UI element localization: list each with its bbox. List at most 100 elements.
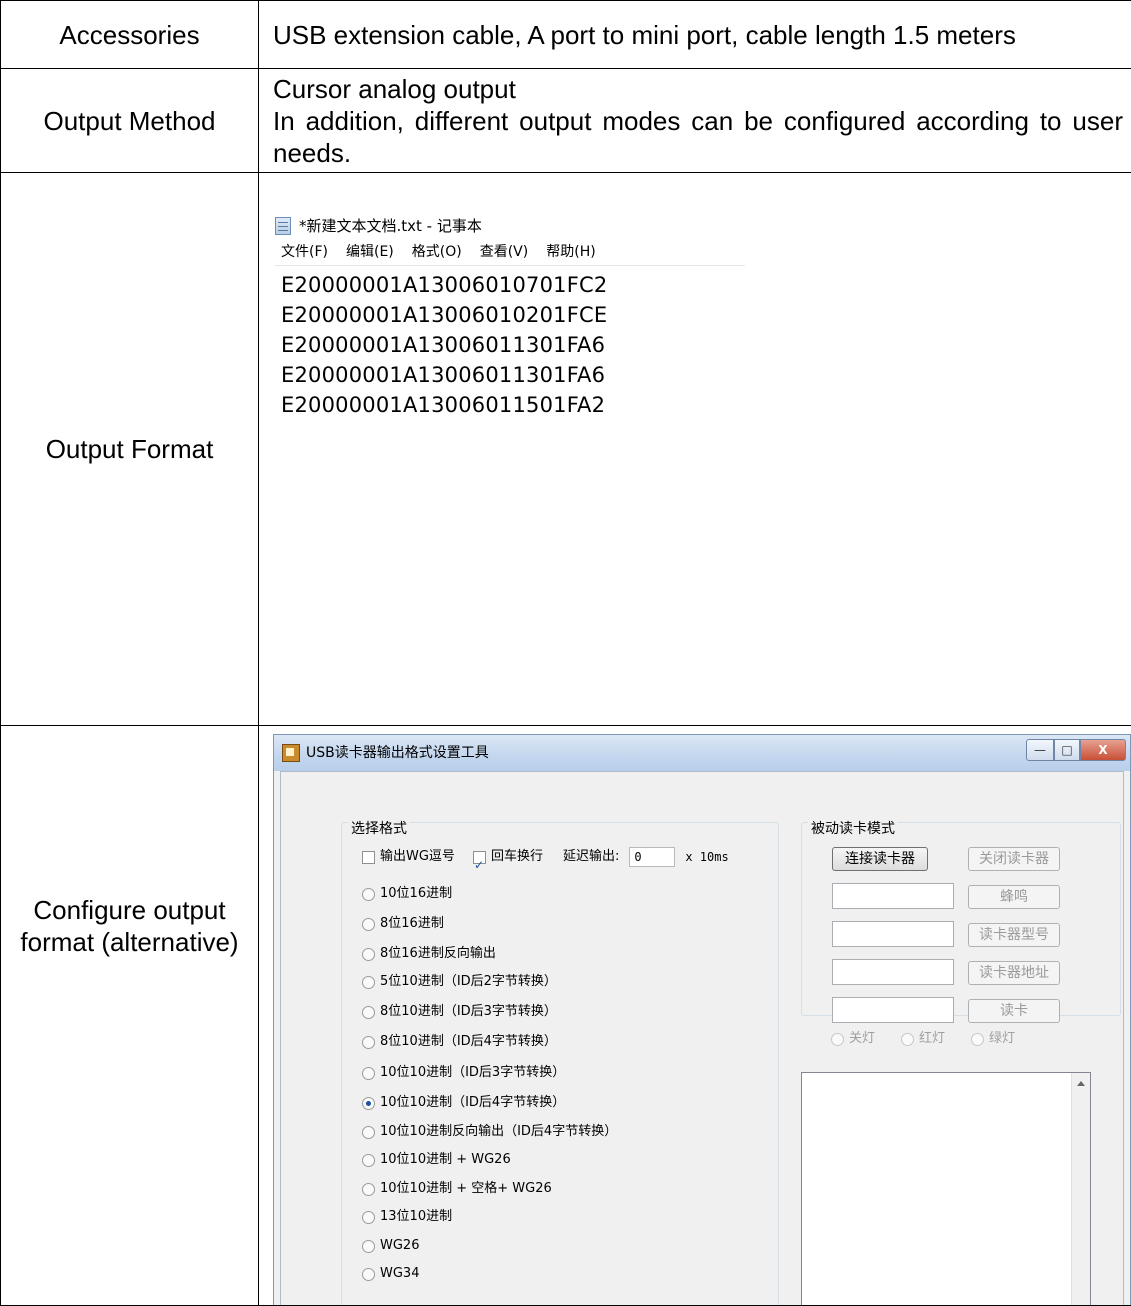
output-method-line2: In addition, different output modes can …	[259, 105, 1131, 169]
maximize-button[interactable]: □	[1054, 739, 1080, 761]
select-format-group: 选择格式 输出WG逗号 回车换行 延迟输出: 0 x 10ms 10位16进制 …	[341, 822, 779, 1305]
delay-unit: x 10ms	[685, 841, 728, 873]
accessories-value: USB extension cable, A port to mini port…	[259, 1, 1131, 69]
config-tool-body: 选择格式 输出WG逗号 回车换行 延迟输出: 0 x 10ms 10位16进制 …	[280, 771, 1124, 1305]
radio-icon[interactable]	[362, 888, 375, 901]
format-option[interactable]: WG26	[362, 1236, 419, 1256]
minimize-button[interactable]: —	[1026, 739, 1054, 761]
configure-value: USB读卡器输出格式设置工具 — □ X 选择格式 输出WG逗号	[259, 726, 1131, 1306]
connect-reader-button[interactable]: 连接读卡器	[832, 847, 928, 871]
format-option-label: 10位10进制（ID后4字节转换）	[380, 1087, 565, 1119]
config-tool-titlebar: USB读卡器输出格式设置工具 — □ X	[274, 735, 1130, 771]
radio-icon[interactable]	[362, 1126, 375, 1139]
light-off-label: 关灯	[849, 1023, 875, 1055]
radio-icon[interactable]	[362, 918, 375, 931]
close-icon: X	[1098, 734, 1107, 766]
format-option[interactable]: 10位10进制 + WG26	[362, 1150, 511, 1170]
options-row: 输出WG逗号 回车换行 延迟输出: 0 x 10ms	[362, 847, 729, 867]
output-format-value: *新建文本文档.txt - 记事本 文件(F) 编辑(E) 格式(O) 查看(V…	[259, 173, 1131, 726]
window-controls: — □ X	[1026, 739, 1126, 761]
light-off-radio[interactable]	[831, 1033, 844, 1046]
format-option[interactable]: 10位16进制	[362, 884, 452, 904]
config-tool-title: USB读卡器输出格式设置工具	[306, 737, 489, 769]
format-option[interactable]: 10位10进制（ID后3字节转换）	[362, 1063, 565, 1083]
green-light-label: 绿灯	[989, 1023, 1015, 1055]
delay-label: 延迟输出:	[563, 841, 619, 873]
reader-address-button[interactable]: 读卡器地址	[968, 961, 1060, 985]
app-icon	[282, 744, 300, 762]
format-option[interactable]: 10位10进制反向输出（ID后4字节转换）	[362, 1122, 617, 1142]
close-reader-button[interactable]: 关闭读卡器	[968, 847, 1060, 871]
row-accessories: Accessories USB extension cable, A port …	[1, 1, 1131, 69]
format-option-label: 10位10进制（ID后3字节转换）	[380, 1057, 565, 1089]
read-card-button[interactable]: 读卡	[968, 999, 1060, 1023]
close-button[interactable]: X	[1080, 739, 1126, 761]
read-card-field[interactable]	[832, 997, 954, 1023]
radio-icon[interactable]	[362, 976, 375, 989]
reader-model-field[interactable]	[832, 921, 954, 947]
format-option-selected[interactable]: 10位10进制（ID后4字节转换）	[362, 1093, 565, 1113]
output-method-value: Cursor analog output In addition, differ…	[259, 69, 1131, 173]
format-option-label: 5位10进制（ID后2字节转换）	[380, 966, 557, 998]
format-option[interactable]: 8位10进制（ID后4字节转换）	[362, 1032, 557, 1052]
reader-model-button[interactable]: 读卡器型号	[968, 923, 1060, 947]
radio-icon[interactable]	[362, 1268, 375, 1281]
notepad-line: E20000001A13006010201FCE	[281, 300, 745, 330]
beep-button[interactable]: 蜂鸣	[968, 885, 1060, 909]
format-option[interactable]: 8位10进制（ID后3字节转换）	[362, 1002, 557, 1022]
accessories-label: Accessories	[1, 1, 259, 69]
radio-icon[interactable]	[362, 1067, 375, 1080]
format-option[interactable]: 13位10进制	[362, 1207, 452, 1227]
passive-mode-group: 被动读卡模式 连接读卡器 关闭读卡器 蜂鸣 读卡器型号 读卡器地址 读卡	[801, 822, 1121, 1016]
output-memo[interactable]	[801, 1072, 1091, 1305]
format-option-label: 8位10进制（ID后4字节转换）	[380, 1026, 557, 1058]
red-light-radio[interactable]	[901, 1033, 914, 1046]
notepad-menu-view[interactable]: 查看(V)	[480, 236, 529, 268]
radio-icon[interactable]	[362, 1183, 375, 1196]
format-option[interactable]: 10位10进制 + 空格+ WG26	[362, 1179, 552, 1199]
format-option-label: 10位10进制 + WG26	[380, 1144, 511, 1176]
output-method-label: Output Method	[1, 69, 259, 173]
notepad-menu-edit[interactable]: 编辑(E)	[346, 236, 394, 268]
notepad-menu-file[interactable]: 文件(F)	[281, 236, 328, 268]
format-option[interactable]: WG34	[362, 1264, 419, 1284]
accessories-text: USB extension cable, A port to mini port…	[259, 19, 1131, 51]
enter-newline-checkbox[interactable]	[473, 851, 486, 864]
format-option[interactable]: 5位10进制（ID后2字节转换）	[362, 972, 557, 992]
notepad-menubar: 文件(F) 编辑(E) 格式(O) 查看(V) 帮助(H)	[275, 239, 745, 266]
format-option-label: 13位10进制	[380, 1201, 452, 1233]
radio-icon[interactable]	[362, 1240, 375, 1253]
radio-icon[interactable]	[362, 1036, 375, 1049]
row-configure: Configure output format (alternative) US…	[1, 726, 1131, 1306]
radio-icon[interactable]	[362, 948, 375, 961]
notepad-menu-format[interactable]: 格式(O)	[412, 236, 462, 268]
red-light-label: 红灯	[919, 1023, 945, 1055]
output-method-line1: Cursor analog output	[259, 73, 1131, 105]
scroll-up-icon[interactable]	[1077, 1081, 1085, 1086]
notepad-menu-help[interactable]: 帮助(H)	[546, 236, 595, 268]
reader-address-field[interactable]	[832, 959, 954, 985]
notepad-line: E20000001A13006011301FA6	[281, 330, 745, 360]
delay-input[interactable]: 0	[629, 847, 675, 867]
radio-icon[interactable]	[362, 1211, 375, 1224]
format-option-label: 10位16进制	[380, 878, 452, 910]
notepad-line: E20000001A13006011501FA2	[281, 390, 745, 420]
enter-newline-label: 回车换行	[491, 841, 543, 873]
text-field[interactable]	[832, 883, 954, 909]
configure-label: Configure output format (alternative)	[1, 726, 259, 1306]
output-format-label: Output Format	[1, 173, 259, 726]
notepad-screenshot: *新建文本文档.txt - 记事本 文件(F) 编辑(E) 格式(O) 查看(V…	[275, 213, 745, 420]
green-light-radio[interactable]	[971, 1033, 984, 1046]
memo-scrollbar[interactable]	[1071, 1073, 1090, 1305]
radio-icon[interactable]	[362, 1006, 375, 1019]
wg-comma-label: 输出WG逗号	[380, 841, 455, 873]
format-option-label: WG34	[380, 1258, 419, 1290]
wg-comma-checkbox[interactable]	[362, 851, 375, 864]
config-tool-window: USB读卡器输出格式设置工具 — □ X 选择格式 输出WG逗号	[273, 734, 1131, 1305]
format-option[interactable]: 8位16进制	[362, 914, 444, 934]
radio-selected-icon[interactable]	[362, 1097, 375, 1110]
notepad-content[interactable]: E20000001A13006010701FC2 E20000001A13006…	[275, 266, 745, 420]
notepad-line: E20000001A13006011301FA6	[281, 360, 745, 390]
radio-icon[interactable]	[362, 1154, 375, 1167]
format-option[interactable]: 8位16进制反向输出	[362, 944, 496, 964]
